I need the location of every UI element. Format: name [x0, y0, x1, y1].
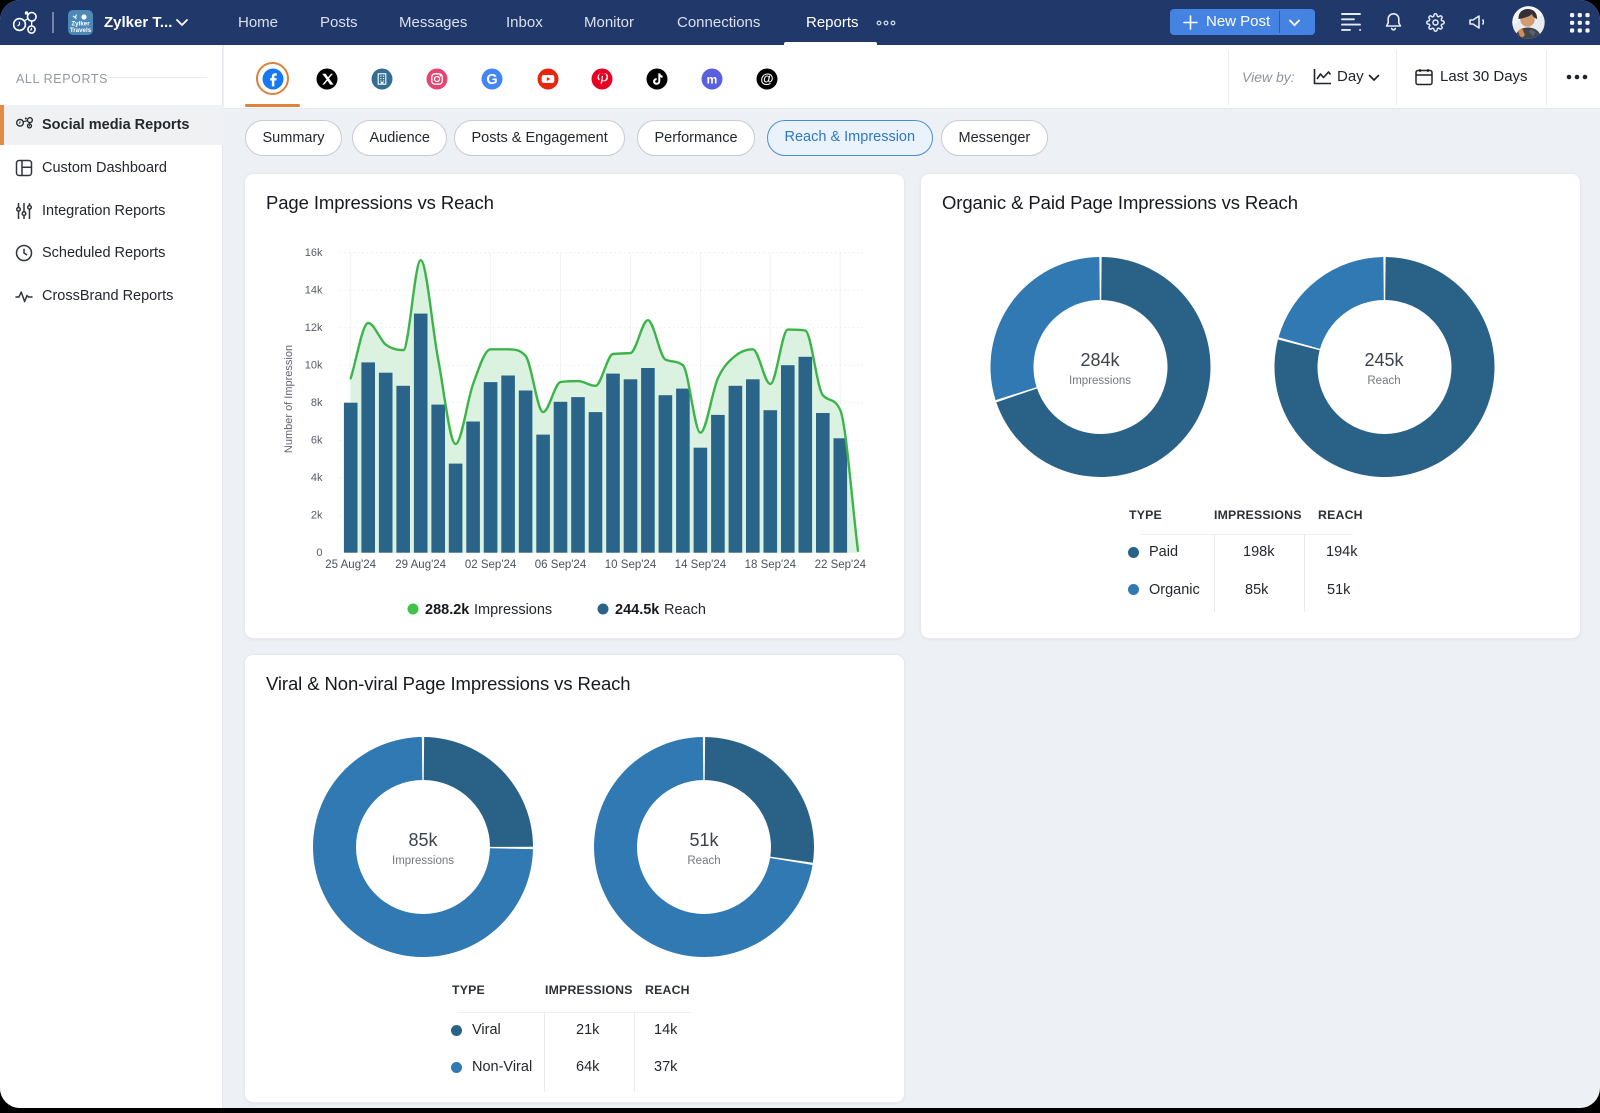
svg-text:Number of Impression: Number of Impression — [283, 345, 295, 453]
svg-text:Reach: Reach — [664, 602, 706, 618]
svg-text:Impressions: Impressions — [474, 602, 552, 618]
svg-text:25 Aug'24: 25 Aug'24 — [325, 559, 376, 571]
svg-text:Travels: Travels — [70, 27, 92, 34]
svg-text:12k: 12k — [305, 322, 323, 334]
svg-text:6k: 6k — [311, 435, 323, 447]
svg-text:16k: 16k — [305, 247, 323, 259]
svg-text:14k: 14k — [305, 285, 323, 297]
svg-text:8k: 8k — [311, 397, 323, 409]
svg-text:4k: 4k — [311, 472, 323, 484]
svg-text:22 Sep'24: 22 Sep'24 — [815, 559, 867, 571]
svg-text:29 Aug'24: 29 Aug'24 — [395, 559, 446, 571]
svg-text:18 Sep'24: 18 Sep'24 — [745, 559, 797, 571]
svg-text:10k: 10k — [305, 360, 323, 372]
svg-text:0: 0 — [316, 547, 322, 559]
svg-text:14 Sep'24: 14 Sep'24 — [675, 559, 727, 571]
svg-text:288.2k: 288.2k — [425, 602, 470, 618]
svg-text:G: G — [486, 72, 497, 88]
svg-text:06 Sep'24: 06 Sep'24 — [535, 559, 587, 571]
svg-text:02 Sep'24: 02 Sep'24 — [465, 559, 517, 571]
svg-text:244.5k: 244.5k — [615, 602, 660, 618]
svg-text:@: @ — [760, 71, 773, 86]
svg-text:m: m — [707, 72, 718, 86]
svg-text:10 Sep'24: 10 Sep'24 — [605, 559, 657, 571]
svg-text:2k: 2k — [311, 510, 323, 522]
